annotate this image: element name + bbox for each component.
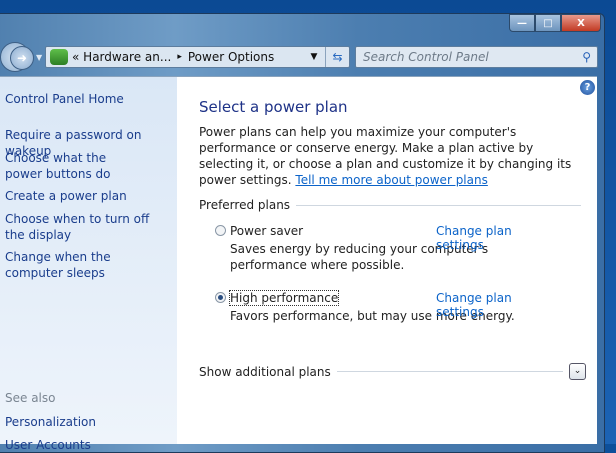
- plan-power-saver: Power saver Change plan settings Saves e…: [215, 224, 555, 273]
- search-placeholder: Search Control Panel: [363, 50, 489, 64]
- sidebar-link-control-panel-home[interactable]: Control Panel Home: [5, 91, 175, 107]
- refresh-icon[interactable]: ⇆: [325, 47, 349, 67]
- breadcrumb-separator-icon[interactable]: ▸: [177, 52, 182, 62]
- sidebar-link-computer-sleeps[interactable]: Change when the computer sleeps: [5, 249, 165, 281]
- address-bar[interactable]: « Hardware an... ▸ Power Options ▼ ⇆: [45, 46, 350, 68]
- breadcrumb-power-options[interactable]: Power Options: [188, 50, 274, 64]
- change-plan-settings-link[interactable]: Change plan settings: [436, 224, 555, 252]
- minimize-button[interactable]: —: [509, 14, 535, 32]
- content-area: Control Panel Home Require a password on…: [0, 76, 597, 452]
- maximize-button[interactable]: □: [535, 14, 561, 32]
- sidebar-link-turn-off-display[interactable]: Choose when to turn off the display: [5, 211, 165, 243]
- arrow-right-icon: ➜: [16, 51, 28, 65]
- see-also-heading: See also: [5, 391, 56, 405]
- sidebar-link-user-accounts[interactable]: User Accounts: [5, 437, 175, 453]
- close-button[interactable]: X: [561, 14, 601, 32]
- recent-pages-dropdown[interactable]: ▼: [36, 53, 42, 62]
- chevron-down-icon[interactable]: ⌄: [569, 363, 586, 380]
- plan-high-performance: High performance Change plan settings Fa…: [215, 290, 555, 324]
- change-plan-settings-link[interactable]: Change plan settings: [436, 291, 555, 319]
- power-saver-radio[interactable]: [215, 225, 226, 236]
- address-dropdown-icon[interactable]: ▼: [303, 52, 325, 62]
- forward-button[interactable]: ➜: [10, 46, 34, 70]
- search-input[interactable]: Search Control Panel ⚲: [355, 46, 598, 68]
- page-title: Select a power plan: [199, 98, 348, 116]
- help-icon[interactable]: ?: [580, 80, 595, 95]
- plan-name[interactable]: High performance: [228, 290, 340, 306]
- sidebar-link-personalization[interactable]: Personalization: [5, 414, 175, 430]
- show-additional-plans[interactable]: Show additional plans ⌄: [199, 363, 586, 380]
- breadcrumb-hardware[interactable]: Hardware an...: [83, 50, 171, 64]
- power-options-icon: [50, 49, 68, 65]
- learn-more-link[interactable]: Tell me more about power plans: [295, 173, 487, 187]
- preferred-plans-group: Preferred plans: [199, 198, 581, 212]
- sidebar-link-create-plan[interactable]: Create a power plan: [5, 188, 175, 204]
- sidebar: Control Panel Home Require a password on…: [0, 77, 177, 452]
- breadcrumb-overflow[interactable]: «: [72, 50, 79, 64]
- high-performance-radio[interactable]: [215, 292, 226, 303]
- show-more-label[interactable]: Show additional plans: [199, 365, 331, 379]
- search-icon[interactable]: ⚲: [582, 50, 591, 64]
- sidebar-link-power-buttons[interactable]: Choose what the power buttons do: [5, 150, 145, 182]
- group-label: Preferred plans: [199, 198, 291, 212]
- intro-text: Power plans can help you maximize your c…: [199, 124, 589, 188]
- plan-name[interactable]: Power saver: [230, 224, 303, 238]
